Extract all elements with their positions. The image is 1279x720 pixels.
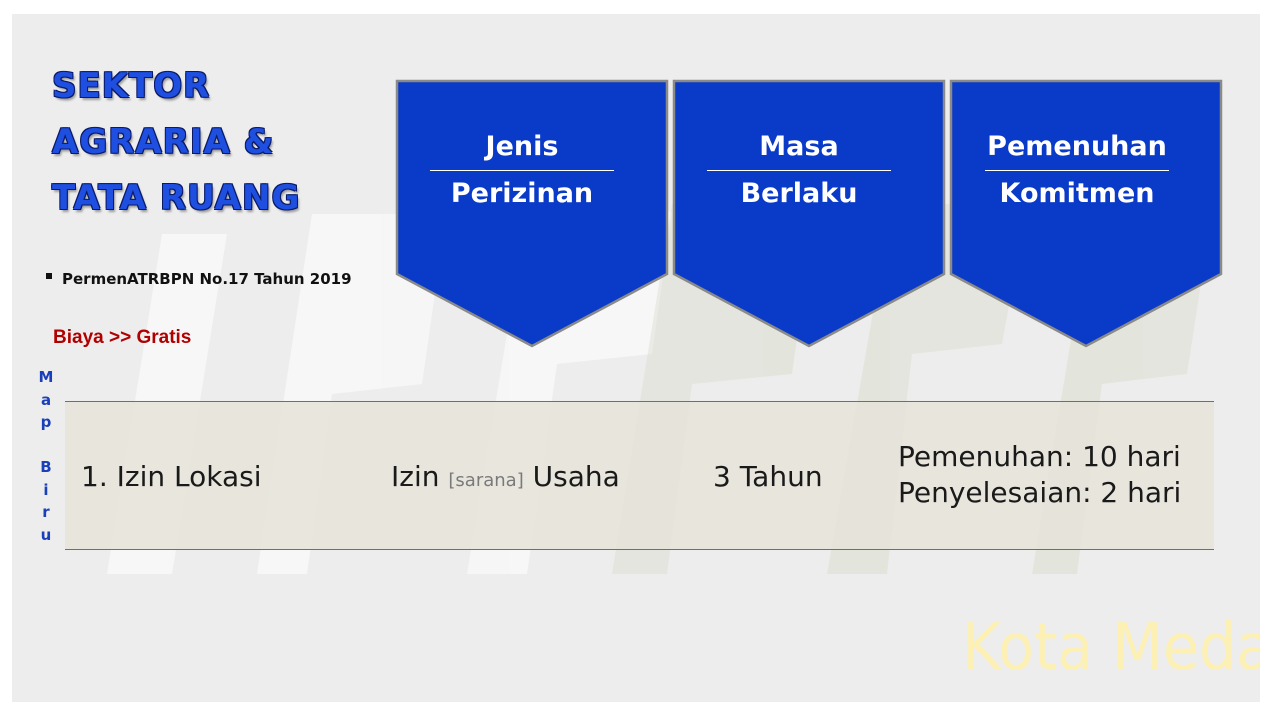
map-letter: r [42, 503, 50, 521]
validity-period: 3 Tahun [713, 460, 823, 493]
map-letter: i [43, 480, 49, 499]
title-line: TATA RUANG [52, 178, 301, 218]
header-pemenuhan-komitmen: Pemenuhan Komitmen [985, 124, 1169, 217]
business-small: [sarana] [448, 470, 524, 491]
header-masa-berlaku: Masa Berlaku [707, 124, 891, 217]
header-line2: Perizinan [450, 178, 594, 209]
bullet-icon [46, 272, 52, 279]
map-letter: a [40, 390, 52, 409]
sector-title: SEKTOR AGRARIA & TATA RUANG [52, 58, 300, 226]
regulation-bullet: PermenATRBPN No.17 Tahun 2019 [46, 270, 352, 288]
map-letter: p [40, 413, 52, 431]
business-prefix: Izin [391, 460, 449, 493]
header-line2: Berlaku [740, 178, 858, 209]
permit-row: 1. Izin Lokasi Izin [sarana] Usaha 3 Tah… [65, 401, 1214, 550]
header-line1: Pemenuhan [985, 124, 1169, 171]
permit-name: 1. Izin Lokasi [81, 460, 262, 493]
regulation-text: PermenATRBPN No.17 Tahun 2019 [62, 270, 352, 288]
business-suffix: Usaha [523, 460, 620, 493]
map-letter: M [38, 368, 54, 386]
header-line2: Komitmen [999, 178, 1155, 209]
fulfillment-days: Pemenuhan: 10 hari [898, 440, 1181, 473]
map-biru-label: M a p B i r u [38, 366, 54, 546]
business-permit: Izin [sarana] Usaha [391, 460, 620, 493]
cost-label: Biaya >> Gratis [53, 327, 192, 348]
map-letter [38, 434, 54, 457]
header-line1: Jenis [430, 124, 614, 171]
completion-days: Penyelesaian: 2 hari [898, 476, 1182, 509]
title-line: AGRARIA & [52, 122, 275, 162]
slide: Kota Medan Jenis Perizinan Masa Berlaku … [12, 14, 1260, 702]
header-jenis-perizinan: Jenis Perizinan [430, 124, 614, 217]
commitment-fulfillment: Pemenuhan: 10 hari Penyelesaian: 2 hari [898, 439, 1181, 511]
map-letter: u [40, 525, 52, 544]
header-line1: Masa [707, 124, 891, 171]
title-line: SEKTOR [52, 66, 211, 106]
map-letter: B [40, 458, 52, 476]
